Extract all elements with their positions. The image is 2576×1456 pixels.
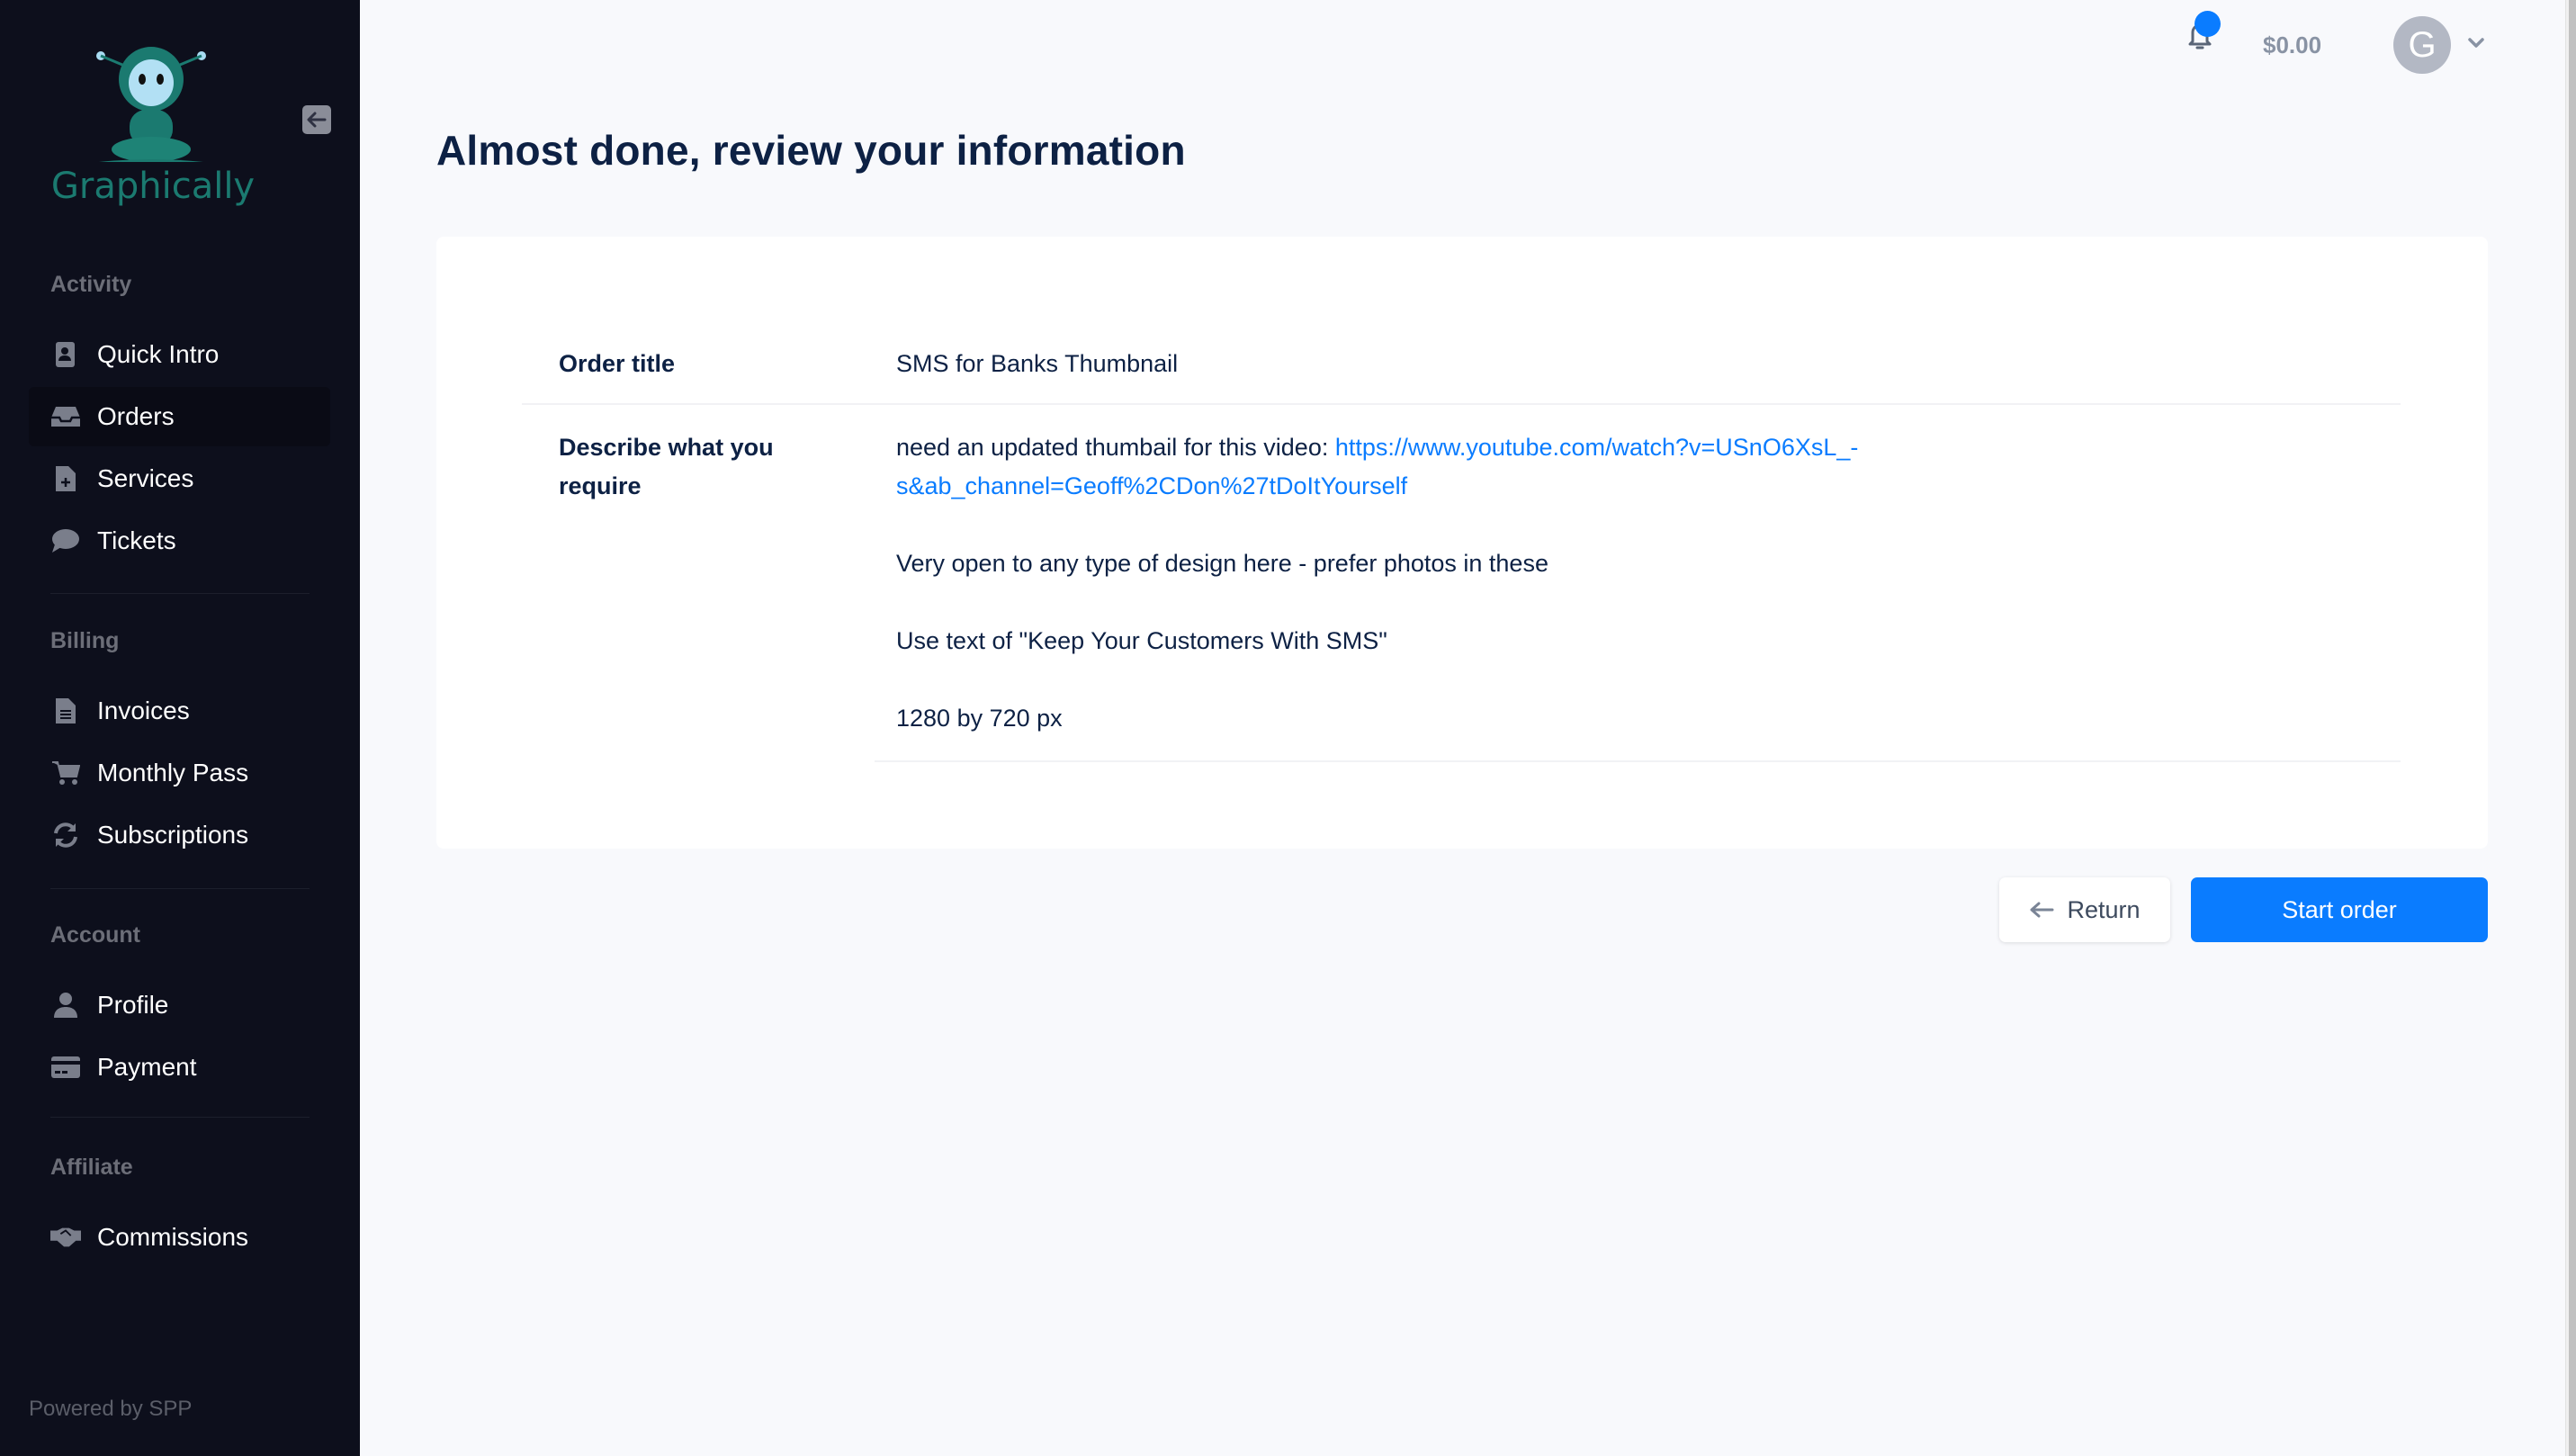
sidebar-item-profile[interactable]: Profile [29, 975, 330, 1035]
sidebar-item-label: Subscriptions [97, 821, 249, 849]
powered-by-footer[interactable]: Powered by SPP [29, 1397, 192, 1422]
sidebar: Graphically Activity Quick Intro Orders … [0, 0, 360, 1456]
notification-badge [2195, 11, 2221, 37]
page-title: Almost done, review your information [436, 127, 1186, 174]
sidebar-item-label: Quick Intro [97, 340, 220, 368]
section-label-account: Account [50, 922, 140, 948]
sidebar-item-services[interactable]: Services [29, 449, 330, 508]
logo-wordmark: Graphically [51, 166, 255, 207]
sidebar-item-label: Payment [97, 1053, 197, 1081]
address-book-icon [50, 339, 81, 370]
start-order-button[interactable]: Start order [2191, 877, 2488, 942]
arrow-left-icon [2030, 902, 2054, 918]
sidebar-item-quick-intro[interactable]: Quick Intro [29, 325, 330, 384]
sidebar-item-orders[interactable]: Orders [29, 387, 330, 446]
sidebar-item-label: Profile [97, 991, 169, 1019]
sidebar-item-label: Monthly Pass [97, 759, 249, 786]
sidebar-item-commissions[interactable]: Commissions [29, 1208, 330, 1267]
description-intro: need an updated thumbail for this video: [896, 434, 1335, 461]
sidebar-item-monthly-pass[interactable]: Monthly Pass [29, 743, 330, 803]
sidebar-item-label: Commissions [97, 1223, 249, 1251]
sidebar-divider [50, 888, 310, 889]
graphically-logo[interactable]: Graphically [45, 32, 261, 212]
arrow-left-icon [307, 112, 327, 128]
order-review-card: Order title SMS for Banks Thumbnail Desc… [436, 237, 2488, 849]
section-label-billing: Billing [50, 628, 120, 653]
scrollbar-thumb[interactable] [2569, 0, 2576, 1456]
video-link-line1: https://www.youtube.com/watch?v=USnO6XsL… [1334, 434, 1859, 461]
handshake-icon [50, 1222, 81, 1253]
row-divider [875, 760, 2401, 762]
return-button[interactable]: Return [1999, 877, 2170, 942]
description-paragraph: Very open to any type of design here - p… [896, 550, 1548, 577]
description-paragraph: 1280 by 720 px [896, 705, 1063, 732]
sidebar-divider [50, 1117, 310, 1118]
order-title-value: SMS for Banks Thumbnail [896, 350, 1179, 377]
sidebar-item-label: Services [97, 464, 194, 492]
start-order-button-label: Start order [2282, 895, 2397, 923]
sidebar-item-label: Invoices [97, 697, 190, 724]
refresh-icon [50, 820, 81, 850]
chat-bubble-icon [50, 526, 81, 556]
inbox-icon [50, 401, 81, 432]
section-label-activity: Activity [50, 272, 132, 297]
sidebar-item-label: Orders [97, 402, 175, 430]
chevron-down-icon[interactable] [2465, 32, 2487, 54]
account-balance: $0.00 [2263, 31, 2322, 58]
file-plus-icon [50, 463, 81, 494]
collapse-sidebar-button[interactable] [302, 105, 331, 134]
user-avatar[interactable]: G [2393, 16, 2451, 74]
sidebar-item-invoices[interactable]: Invoices [29, 681, 330, 741]
sidebar-item-payment[interactable]: Payment [29, 1038, 330, 1097]
return-button-label: Return [2067, 895, 2141, 923]
sidebar-divider [50, 593, 310, 594]
row-divider [522, 403, 2401, 405]
order-title-label: Order title [559, 350, 676, 377]
video-link-line2: s&ab_channel=Geoff%2CDon%27tDoItYourself [896, 472, 1408, 499]
file-text-icon [50, 696, 81, 726]
user-icon [50, 990, 81, 1020]
sidebar-item-tickets[interactable]: Tickets [29, 511, 330, 571]
description-paragraph: Use text of "Keep Your Customers With SM… [896, 627, 1387, 654]
description-label: Describe what you require [559, 434, 774, 499]
shopping-cart-icon [50, 758, 81, 788]
sidebar-item-subscriptions[interactable]: Subscriptions [29, 805, 330, 865]
sidebar-item-label: Tickets [97, 526, 176, 554]
description-value: need an updated thumbail for this video:… [896, 428, 1958, 506]
credit-card-icon [50, 1052, 81, 1083]
section-label-affiliate: Affiliate [50, 1155, 133, 1180]
